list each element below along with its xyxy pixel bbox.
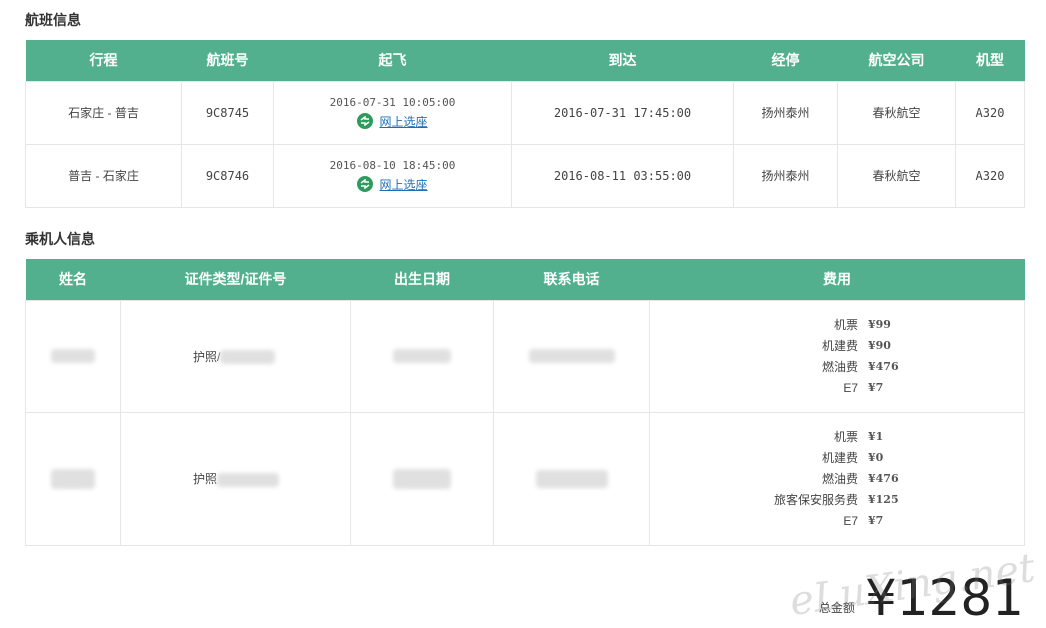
online-seat-selection-link[interactable]: 网上选座 (357, 113, 428, 130)
fee-value: ¥7 (868, 381, 884, 394)
departure-cell: 2016-08-10 18:45:00 网上选座 (273, 143, 512, 208)
passenger-table-header: 姓名 证件类型/证件号 出生日期 联系电话 费用 (25, 259, 1025, 300)
fees-cell: 机票 ¥99 机建费 ¥90 燃油费 ¥476 E7 ¥7 (649, 299, 1025, 413)
col-header-airline: 航空公司 (837, 40, 956, 81)
aircraft-cell: A320 (955, 143, 1025, 208)
seat-select-icon (357, 113, 374, 129)
arrival-cell: 2016-08-11 03:55:00 (511, 143, 734, 208)
route-cell: 石家庄 - 普吉 (25, 80, 182, 145)
fee-value: ¥476 (868, 472, 899, 485)
total-amount: ¥1281 (864, 569, 1024, 627)
passenger-section-title: 乘机人信息 (25, 231, 95, 247)
fee-row: 旅客保安服务费 ¥125 (650, 489, 904, 510)
passenger-table: 姓名 证件类型/证件号 出生日期 联系电话 费用 护照/ 机票 ¥99 机建费 ¥9… (25, 259, 1025, 546)
fee-row: E7 ¥7 (650, 510, 904, 531)
fees-cell: 机票 ¥1 机建费 ¥0 燃油费 ¥476 旅客保安服务费 ¥125 E7 ¥7 (649, 411, 1025, 546)
fee-value: ¥0 (868, 451, 884, 464)
flight-row: 普吉 - 石家庄 9C8746 2016-08-10 18:45:00 网上选座… (25, 143, 1025, 208)
flight-row: 石家庄 - 普吉 9C8745 2016-07-31 10:05:00 网上选座… (25, 80, 1025, 145)
fee-row: 机建费 ¥90 (650, 335, 904, 356)
fee-row: 机票 ¥1 (650, 426, 904, 447)
passenger-phone-cell (493, 411, 650, 546)
col-header-id: 证件类型/证件号 (120, 259, 351, 300)
col-header-fees: 费用 (649, 259, 1025, 300)
fee-value: ¥99 (868, 318, 891, 331)
flight-section-title: 航班信息 (25, 12, 81, 28)
col-header-flight-no: 航班号 (181, 40, 274, 81)
airline-cell: 春秋航空 (837, 80, 956, 145)
flight-table-header: 行程 航班号 起飞 到达 经停 航空公司 机型 (25, 40, 1025, 81)
fee-label: 机建费 (821, 339, 858, 353)
redacted-name (51, 468, 95, 489)
redacted-birthdate (393, 349, 451, 364)
fee-value: ¥90 (868, 339, 891, 352)
id-type: 护照 (193, 472, 218, 486)
airline-cell: 春秋航空 (837, 143, 956, 208)
redacted-phone (528, 349, 615, 364)
fee-value: ¥476 (868, 360, 899, 373)
fee-label: 燃油费 (821, 472, 858, 486)
fee-row: E7 ¥7 (650, 377, 904, 398)
passenger-name-cell (25, 299, 121, 413)
col-header-birthdate: 出生日期 (350, 259, 494, 300)
total-label: 总金额 (818, 601, 855, 615)
fee-label: E7 (843, 380, 858, 395)
route-cell: 普吉 - 石家庄 (25, 143, 182, 208)
flight-table: 行程 航班号 起飞 到达 经停 航空公司 机型 石家庄 - 普吉 9C8745 … (25, 40, 1025, 208)
seat-link-label[interactable]: 网上选座 (379, 113, 427, 130)
stopover-cell: 扬州泰州 (733, 80, 838, 145)
passenger-phone-cell (493, 299, 650, 413)
total-amount-area: 总金额 ¥1281 (819, 570, 1024, 626)
col-header-phone: 联系电话 (493, 259, 650, 300)
fee-value: ¥7 (868, 514, 884, 527)
redacted-birthdate (393, 468, 451, 489)
passenger-row: 护照/ 机票 ¥99 机建费 ¥90 燃油费 ¥476 E7 ¥7 (25, 299, 1025, 413)
fee-row: 燃油费 ¥476 (650, 356, 904, 377)
fee-label: 机建费 (821, 451, 858, 465)
col-header-route: 行程 (25, 40, 182, 81)
online-seat-selection-link[interactable]: 网上选座 (357, 176, 428, 193)
fee-label: 机票 (833, 430, 858, 444)
fee-label: 燃油费 (821, 360, 858, 374)
col-header-departure: 起飞 (273, 40, 512, 81)
fee-label: E7 (843, 513, 858, 528)
arrival-cell: 2016-07-31 17:45:00 (511, 80, 734, 145)
redacted-id (220, 350, 276, 365)
departure-time: 2016-08-10 18:45:00 (329, 158, 456, 172)
redacted-name (51, 349, 95, 364)
fee-row: 机票 ¥99 (650, 314, 904, 335)
col-header-name: 姓名 (25, 259, 121, 300)
seat-select-icon (357, 176, 374, 192)
id-type: 护照/ (193, 349, 221, 364)
fee-row: 燃油费 ¥476 (650, 468, 904, 489)
fee-value: ¥125 (868, 493, 899, 506)
passenger-name-cell (25, 411, 121, 546)
flight-no-cell: 9C8746 (181, 143, 274, 208)
flight-no-cell: 9C8745 (181, 80, 274, 145)
stopover-cell: 扬州泰州 (733, 143, 838, 208)
departure-time: 2016-07-31 10:05:00 (329, 95, 456, 109)
fee-value: ¥1 (868, 430, 884, 443)
passenger-id-cell: 护照 (120, 411, 351, 546)
fee-row: 机建费 ¥0 (650, 447, 904, 468)
redacted-phone (535, 469, 608, 488)
col-header-arrival: 到达 (511, 40, 734, 81)
passenger-birthdate-cell (350, 299, 494, 413)
fee-label: 旅客保安服务费 (773, 493, 858, 507)
passenger-id-cell: 护照/ (120, 299, 351, 413)
departure-cell: 2016-07-31 10:05:00 网上选座 (273, 80, 512, 145)
col-header-stopover: 经停 (733, 40, 838, 81)
aircraft-cell: A320 (955, 80, 1025, 145)
passenger-row: 护照 机票 ¥1 机建费 ¥0 燃油费 ¥476 旅客保安服务费 ¥125 E7 ¥7 (25, 411, 1025, 546)
col-header-aircraft: 机型 (955, 40, 1025, 81)
seat-link-label[interactable]: 网上选座 (379, 176, 427, 193)
fee-label: 机票 (833, 318, 858, 332)
passenger-birthdate-cell (350, 411, 494, 546)
redacted-id (217, 472, 280, 487)
